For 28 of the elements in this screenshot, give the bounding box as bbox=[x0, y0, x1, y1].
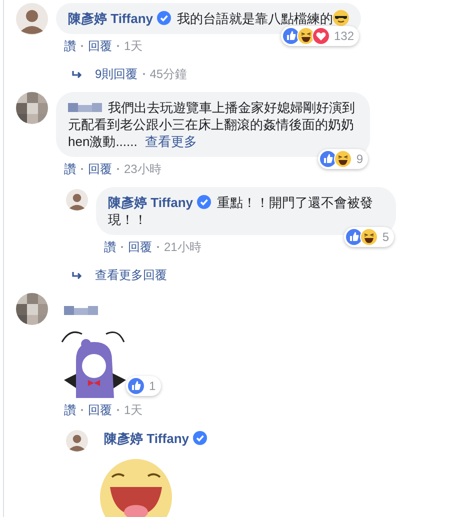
author-name[interactable]: 陳彥婷 Tiffany bbox=[108, 195, 193, 210]
timestamp: 1天 bbox=[124, 38, 143, 54]
reply-arrow-icon bbox=[71, 270, 82, 280]
reaction-count: 5 bbox=[382, 229, 389, 245]
reaction-count: 1 bbox=[149, 378, 156, 394]
reply-link[interactable]: 回覆 bbox=[88, 402, 112, 418]
like-link[interactable]: 讚 bbox=[64, 38, 76, 54]
reply-link[interactable]: 回覆 bbox=[88, 161, 112, 177]
view-replies-link[interactable]: 9則回覆 bbox=[95, 66, 138, 82]
author-name[interactable]: 陳彥婷 Tiffany bbox=[104, 431, 189, 446]
timestamp: 21小時 bbox=[164, 239, 202, 255]
see-more-link[interactable]: 查看更多 bbox=[145, 134, 197, 149]
view-replies-link[interactable]: 查看更多回覆 bbox=[95, 267, 167, 283]
like-link[interactable]: 讚 bbox=[64, 402, 76, 418]
timestamp: 1天 bbox=[124, 402, 143, 418]
comment-text: 陳彥婷 Tiffany 重點！！開門了還不會被發現！！ bbox=[108, 194, 374, 228]
reply-link[interactable]: 回覆 bbox=[128, 239, 152, 255]
reply-link[interactable]: 回覆 bbox=[88, 38, 112, 54]
like-link[interactable]: 讚 bbox=[64, 161, 76, 177]
timestamp: 45分鐘 bbox=[150, 66, 188, 82]
reply-arrow-icon bbox=[71, 69, 82, 79]
author-name[interactable]: 陳彥婷 Tiffany bbox=[68, 11, 153, 26]
reaction-count: 132 bbox=[334, 28, 354, 44]
reaction-count: 9 bbox=[356, 151, 363, 167]
like-link[interactable]: 讚 bbox=[104, 239, 116, 255]
comment-text: 我們出去玩遊覽車上播金家好媳婦剛好演到元配看到老公跟小三在床上翻滾的姦情後面的奶奶hen激動...... 查看更多 bbox=[68, 99, 356, 150]
timestamp: 23小時 bbox=[124, 161, 162, 177]
comment-text: 陳彥婷 Tiffany 我的台語就是靠八點檔練的 bbox=[68, 10, 349, 27]
